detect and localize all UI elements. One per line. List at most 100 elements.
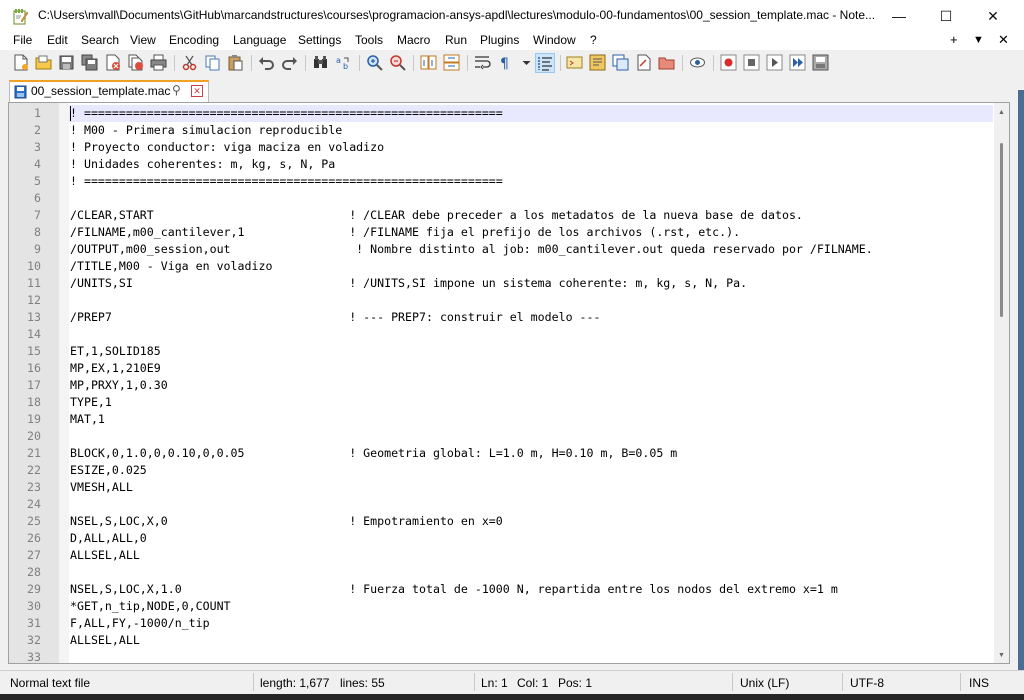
open-file-icon[interactable]: [35, 54, 52, 71]
code-line[interactable]: 27 ALLSEL,ALL: [27, 547, 993, 564]
code-line[interactable]: 12: [27, 292, 993, 309]
document-tab[interactable]: 00_session_template.mac ⚲ ✕: [9, 80, 209, 102]
code-line-text: TYPE,1: [70, 395, 112, 409]
stop-recording-icon[interactable]: [743, 54, 760, 71]
menu-search[interactable]: Search: [81, 33, 119, 47]
cut-icon[interactable]: [181, 54, 198, 71]
zoom-in-icon[interactable]: [366, 54, 383, 71]
menu-run[interactable]: Run: [445, 33, 467, 47]
doc-map-icon[interactable]: [589, 54, 606, 71]
function-list-icon[interactable]: [612, 54, 629, 71]
run-macro-multiple-icon[interactable]: [789, 54, 806, 71]
copy-icon[interactable]: [204, 54, 221, 71]
undo-icon[interactable]: [258, 54, 275, 71]
replace-icon[interactable]: ab: [335, 54, 352, 71]
code-line[interactable]: 19 MAT,1: [27, 411, 993, 428]
menu-settings[interactable]: Settings: [298, 33, 341, 47]
new-file-icon[interactable]: [12, 54, 29, 71]
code-line[interactable]: 10/TITLE,M00 - Viga en voladizo: [27, 258, 993, 275]
code-line[interactable]: 32 ALLSEL,ALL: [27, 632, 993, 649]
close-all-icon[interactable]: [127, 54, 144, 71]
indent-guide-icon[interactable]: [535, 53, 555, 73]
code-view[interactable]: 1 ! =====================================…: [27, 105, 993, 663]
code-line[interactable]: 33: [27, 649, 993, 663]
zoom-out-icon[interactable]: [389, 54, 406, 71]
folder-icon[interactable]: [658, 54, 675, 71]
menu-encoding[interactable]: Encoding: [169, 33, 219, 47]
user-language-icon[interactable]: [566, 54, 583, 71]
find-icon[interactable]: [312, 54, 329, 71]
menu-edit[interactable]: Edit: [47, 33, 68, 47]
close-document-button[interactable]: ✕: [998, 32, 1009, 48]
code-line[interactable]: 14: [27, 326, 993, 343]
code-line[interactable]: 5 ! =====================================…: [34, 173, 993, 190]
save-macro-icon[interactable]: [812, 54, 829, 71]
word-wrap-icon[interactable]: [474, 54, 491, 71]
close-window-button[interactable]: ✕: [970, 0, 1016, 32]
show-all-chars-icon[interactable]: ¶: [497, 54, 514, 71]
code-line[interactable]: 8/FILNAME,m00_cantilever,1 ! /FILNAME fi…: [34, 224, 993, 241]
menu-plugins[interactable]: Plugins: [480, 33, 519, 47]
code-line[interactable]: 21 BLOCK,0,1.0,0,0.10,0,0.05 ! Geometria …: [27, 445, 993, 462]
scroll-down-icon[interactable]: ▼: [998, 652, 1005, 659]
editor-area[interactable]: 1 ! =====================================…: [8, 102, 1010, 664]
code-line[interactable]: 20: [27, 428, 993, 445]
save-icon[interactable]: [58, 54, 75, 71]
code-line[interactable]: 16 MP,EX,1,210E9: [27, 360, 993, 377]
folder-workspace-icon[interactable]: [635, 54, 652, 71]
menu-tools[interactable]: Tools: [355, 33, 383, 47]
new-tab-button[interactable]: +: [950, 32, 958, 47]
code-line-text: ALLSEL,ALL: [70, 633, 140, 647]
code-line[interactable]: 6: [34, 190, 993, 207]
close-icon[interactable]: [104, 54, 121, 71]
code-line[interactable]: 11/UNITS,SI ! /UNITS,SI impone un sistem…: [27, 275, 993, 292]
scroll-up-icon[interactable]: ▲: [998, 109, 1005, 116]
code-line[interactable]: 17 MP,PRXY,1,0.30: [27, 377, 993, 394]
code-line[interactable]: 26 D,ALL,ALL,0: [27, 530, 993, 547]
code-line[interactable]: 7/CLEAR,START ! /CLEAR debe preceder a l…: [34, 207, 993, 224]
code-line[interactable]: 9/OUTPUT,m00_session,out ! Nombre distin…: [34, 241, 993, 258]
code-line[interactable]: 24: [27, 496, 993, 513]
status-insert-mode[interactable]: INS: [969, 676, 989, 690]
code-line[interactable]: 3 ! Proyecto conductor: viga maciza en vo…: [34, 139, 993, 156]
code-line[interactable]: 2 ! M00 - Primera simulacion reproducible: [34, 122, 993, 139]
code-line[interactable]: 4 ! Unidades coherentes: m, kg, s, N, Pa: [34, 156, 993, 173]
menu-language[interactable]: Language: [233, 33, 286, 47]
monitor-icon[interactable]: [689, 54, 706, 71]
code-line[interactable]: 18 TYPE,1: [27, 394, 993, 411]
save-all-icon[interactable]: [81, 54, 98, 71]
status-encoding[interactable]: UTF-8: [850, 676, 884, 690]
code-line[interactable]: 13/PREP7 ! --- PREP7: construir el model…: [27, 309, 993, 326]
scrollbar-thumb[interactable]: [1000, 143, 1003, 317]
menu-macro[interactable]: Macro: [397, 33, 430, 47]
sync-vertical-icon[interactable]: [420, 54, 437, 71]
code-line[interactable]: 23 VMESH,ALL: [27, 479, 993, 496]
tab-list-dropdown[interactable]: ▼: [973, 34, 984, 46]
code-line[interactable]: 30 *GET,n_tip,NODE,0,COUNT: [27, 598, 993, 615]
code-line[interactable]: 22 ESIZE,0.025: [27, 462, 993, 479]
menu-file[interactable]: File: [13, 33, 32, 47]
code-line[interactable]: 28: [27, 564, 993, 581]
vertical-scrollbar[interactable]: ▲ ▼: [994, 103, 1009, 663]
notepadpp-app-icon[interactable]: [12, 8, 29, 25]
menu-help[interactable]: ?: [590, 33, 597, 47]
code-line[interactable]: 31 F,ALL,FY,-1000/n_tip: [27, 615, 993, 632]
maximize-button[interactable]: ☐: [923, 0, 969, 32]
play-macro-icon[interactable]: [766, 54, 783, 71]
code-line[interactable]: 15 ET,1,SOLID185: [27, 343, 993, 360]
record-macro-icon[interactable]: [720, 54, 737, 71]
chars-dropdown-icon[interactable]: [518, 54, 531, 71]
code-line[interactable]: 1 ! =====================================…: [34, 105, 993, 122]
paste-icon[interactable]: [227, 54, 244, 71]
code-line[interactable]: 29 NSEL,S,LOC,X,1.0 ! Fuerza total de -10…: [27, 581, 993, 598]
status-eol[interactable]: Unix (LF): [740, 676, 789, 690]
tab-close-button[interactable]: ✕: [191, 85, 203, 97]
menu-view[interactable]: View: [130, 33, 156, 47]
code-line[interactable]: 25 NSEL,S,LOC,X,0 ! Empotramiento en x=0: [27, 513, 993, 530]
sync-horizontal-icon[interactable]: [443, 54, 460, 71]
menu-window[interactable]: Window: [533, 33, 576, 47]
print-icon[interactable]: [150, 54, 167, 71]
pin-icon[interactable]: ⚲: [172, 83, 181, 97]
redo-icon[interactable]: [281, 54, 298, 71]
minimize-button[interactable]: —: [876, 0, 922, 32]
